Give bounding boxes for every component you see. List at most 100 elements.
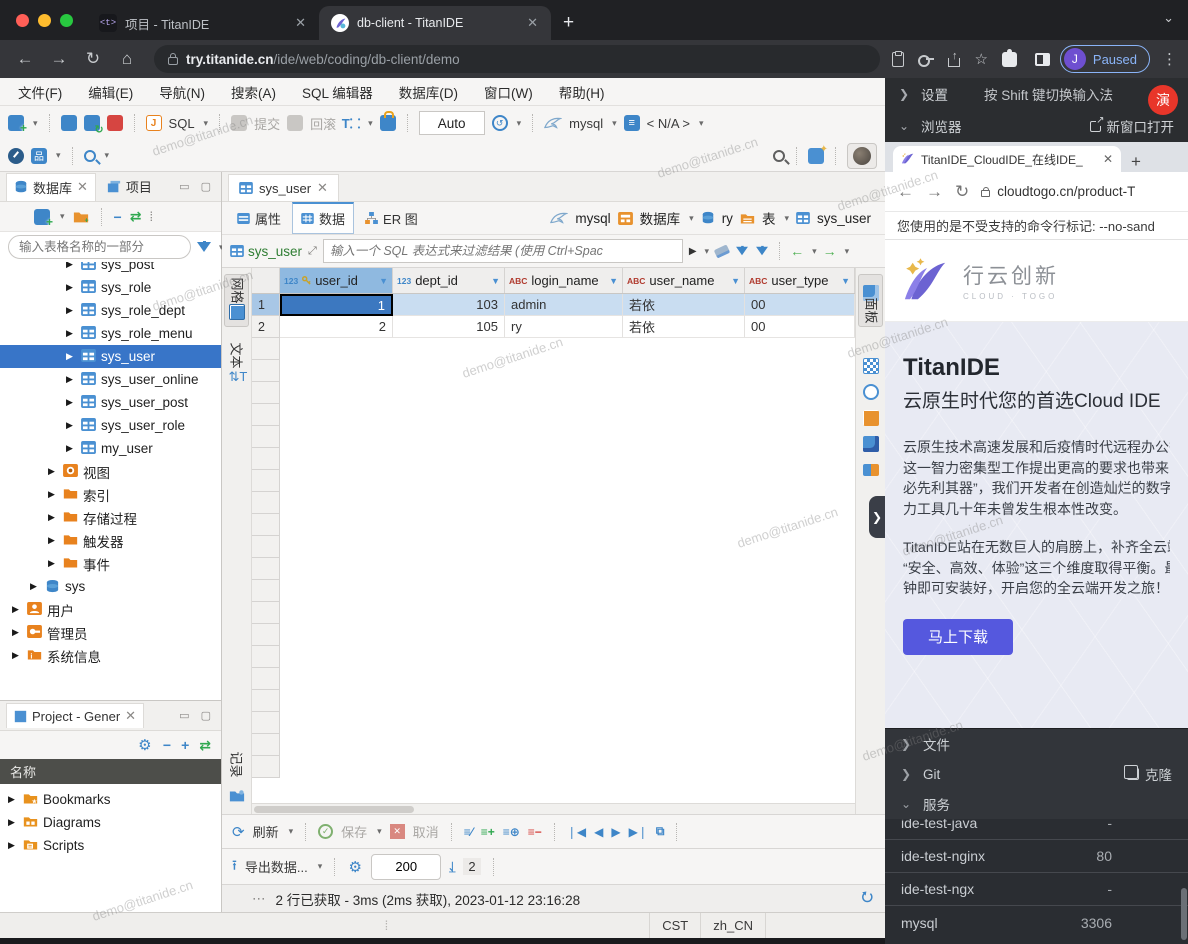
expand-all-icon[interactable] — [181, 737, 189, 753]
tree-item-sys[interactable]: ▶sys — [0, 575, 221, 598]
share-icon[interactable] — [948, 58, 960, 67]
grid-empty-row[interactable] — [252, 470, 855, 492]
reload-icon[interactable]: ↻ — [955, 182, 969, 202]
menubar-item[interactable]: 窗口(W) — [484, 82, 533, 102]
close-icon[interactable]: ✕ — [1103, 152, 1113, 166]
tree-item-sys_user[interactable]: ▶sys_user — [0, 345, 221, 368]
clear-filter-eraser-icon[interactable] — [714, 244, 730, 258]
service-row-mysql[interactable]: mysql3306 — [885, 906, 1188, 939]
tree-item-视图[interactable]: ▶视图 — [0, 460, 221, 483]
expand-twisty-icon[interactable]: ▶ — [66, 397, 76, 408]
expand-twisty-icon[interactable]: ▶ — [48, 489, 58, 500]
minimize-window-button[interactable] — [38, 14, 51, 27]
refresh-label[interactable]: 刷新 — [253, 822, 279, 841]
rollback-label[interactable]: 回滚 — [310, 114, 336, 133]
tree-item-用户[interactable]: ▶用户 — [0, 598, 221, 621]
active-schema-label[interactable]: < N/A > — [647, 116, 690, 131]
extensions-puzzle-icon[interactable] — [1002, 52, 1017, 67]
fetch-all-icon[interactable]: ⥙ — [449, 859, 455, 875]
new-tab-button[interactable]: + — [551, 6, 586, 40]
view-data-tab[interactable]: 数据 — [292, 202, 354, 234]
fetch-size-input[interactable] — [371, 854, 441, 880]
sql-editor-icon[interactable]: J — [146, 115, 162, 131]
connect-icon[interactable] — [61, 115, 77, 131]
menubar-item[interactable]: 导航(N) — [159, 82, 205, 102]
project-item-scripts[interactable]: ▶Scripts — [0, 834, 221, 857]
tree-item-触发器[interactable]: ▶触发器 — [0, 529, 221, 552]
expand-twisty-icon[interactable]: ▶ — [66, 374, 76, 385]
tree-item-存储过程[interactable]: ▶存储过程 — [0, 506, 221, 529]
expand-twisty-icon[interactable]: ▶ — [48, 466, 58, 477]
tree-item-sys_user_role[interactable]: ▶sys_user_role — [0, 414, 221, 437]
cell-dept_id[interactable]: 103 — [393, 294, 505, 316]
expand-twisty-icon[interactable]: ▶ — [48, 535, 58, 546]
menubar-item[interactable]: 文件(F) — [18, 82, 62, 102]
column-header-user_name[interactable]: ABCuser_name▼ — [623, 268, 745, 293]
tab-database-navigator[interactable]: 数据库 ✕ — [6, 173, 96, 201]
inner-address-bar[interactable]: cloudtogo.cn/product-T — [981, 184, 1135, 199]
apply-filter-icon[interactable]: ▶ — [689, 246, 697, 257]
view-properties-tab[interactable]: 属性 — [228, 203, 290, 234]
record-mode-icon[interactable] — [224, 789, 249, 806]
row-number-cell[interactable]: 1 — [252, 294, 280, 316]
tab-projects[interactable]: 项目 — [100, 173, 159, 200]
active-connection-label[interactable]: mysql — [569, 116, 603, 131]
export-label[interactable]: 导出数据... — [245, 857, 308, 876]
expand-twisty-icon[interactable]: ▶ — [8, 840, 18, 851]
grid-horizontal-scrollbar[interactable] — [252, 803, 855, 814]
git-clone-button[interactable]: 克隆 — [1127, 764, 1172, 784]
collapse-all-icon[interactable] — [114, 209, 122, 225]
bookmark-star-icon[interactable]: ☆ — [974, 50, 987, 68]
refresh-icon[interactable]: ⟳ — [232, 823, 245, 841]
project-item-diagrams[interactable]: ▶Diagrams — [0, 811, 221, 834]
breadcrumb-connection[interactable]: mysql — [575, 211, 610, 226]
back-icon[interactable]: ← — [897, 182, 914, 202]
fetch-settings-gear-icon[interactable]: ⚙ — [347, 859, 363, 875]
breadcrumb-table-label[interactable]: 表 — [762, 208, 776, 228]
column-header-user_type[interactable]: ABCuser_type▼ — [745, 268, 855, 293]
presentation-record-tab[interactable]: 记录 — [224, 755, 249, 774]
commit-label[interactable]: 提交 — [254, 114, 280, 133]
panel-scrollbar-thumb[interactable] — [1181, 888, 1187, 940]
next-row-icon[interactable]: ▶ — [611, 825, 620, 839]
expand-twisty-icon[interactable]: ▶ — [66, 328, 76, 339]
refresh-dropdown[interactable]: ▾ — [289, 826, 294, 837]
expand-twisty-icon[interactable]: ▶ — [30, 581, 40, 592]
cell-user_id[interactable]: 1 — [280, 294, 393, 316]
tree-item-索引[interactable]: ▶索引 — [0, 483, 221, 506]
close-window-button[interactable] — [16, 14, 29, 27]
grid-empty-row[interactable] — [252, 668, 855, 690]
quick-search-icon[interactable] — [773, 150, 785, 162]
new-connection-dropdown[interactable]: ▾ — [33, 118, 38, 129]
value-panel-tab[interactable]: 面板 — [858, 274, 883, 327]
expand-twisty-icon[interactable]: ▶ — [66, 262, 76, 270]
expand-twisty-icon[interactable]: ▶ — [12, 650, 22, 661]
connection-dropdown[interactable]: ▾ — [612, 118, 617, 129]
grid-empty-row[interactable] — [252, 338, 855, 360]
settings-section-row[interactable]: ❯ 设置 按 Shift 键切换输入法 — [885, 78, 1188, 110]
service-row-ide-test-nginx[interactable]: ide-test-nginx80 — [885, 840, 1188, 873]
grid-empty-row[interactable] — [252, 492, 855, 514]
reload-icon[interactable]: ↻ — [78, 49, 108, 69]
close-icon[interactable]: ✕ — [317, 180, 328, 196]
browser-section-row[interactable]: ⌄ 浏览器 新窗口打开 — [885, 110, 1188, 142]
expand-twisty-icon[interactable]: ▶ — [12, 627, 22, 638]
table-dropdown[interactable]: ▾ — [784, 213, 789, 224]
expand-twisty-icon[interactable]: ▶ — [66, 420, 76, 431]
tree-item-my_user[interactable]: ▶my_user — [0, 437, 221, 460]
value-viewer-icon[interactable] — [858, 354, 883, 374]
history-dropdown[interactable]: ▾ — [517, 118, 522, 129]
grid-empty-row[interactable] — [252, 558, 855, 580]
row-number-cell[interactable]: 2 — [252, 316, 280, 338]
cell-login_name[interactable]: ry — [505, 316, 623, 338]
expand-twisty-icon[interactable]: ▶ — [66, 351, 76, 362]
download-now-button[interactable]: 马上下载 — [903, 619, 1013, 655]
expand-filter-icon[interactable]: ⤢ — [308, 245, 317, 258]
grid-empty-row[interactable] — [252, 404, 855, 426]
tree-item-sys_user_post[interactable]: ▶sys_user_post — [0, 391, 221, 414]
dashboard-gauge-icon[interactable] — [8, 148, 24, 164]
expand-twisty-icon[interactable]: ▶ — [66, 282, 76, 293]
service-row-ide-test-java[interactable]: ide-test-java- — [885, 819, 1188, 840]
clipboard-icon[interactable] — [892, 52, 904, 67]
breadcrumb-table[interactable]: sys_user — [817, 211, 871, 226]
